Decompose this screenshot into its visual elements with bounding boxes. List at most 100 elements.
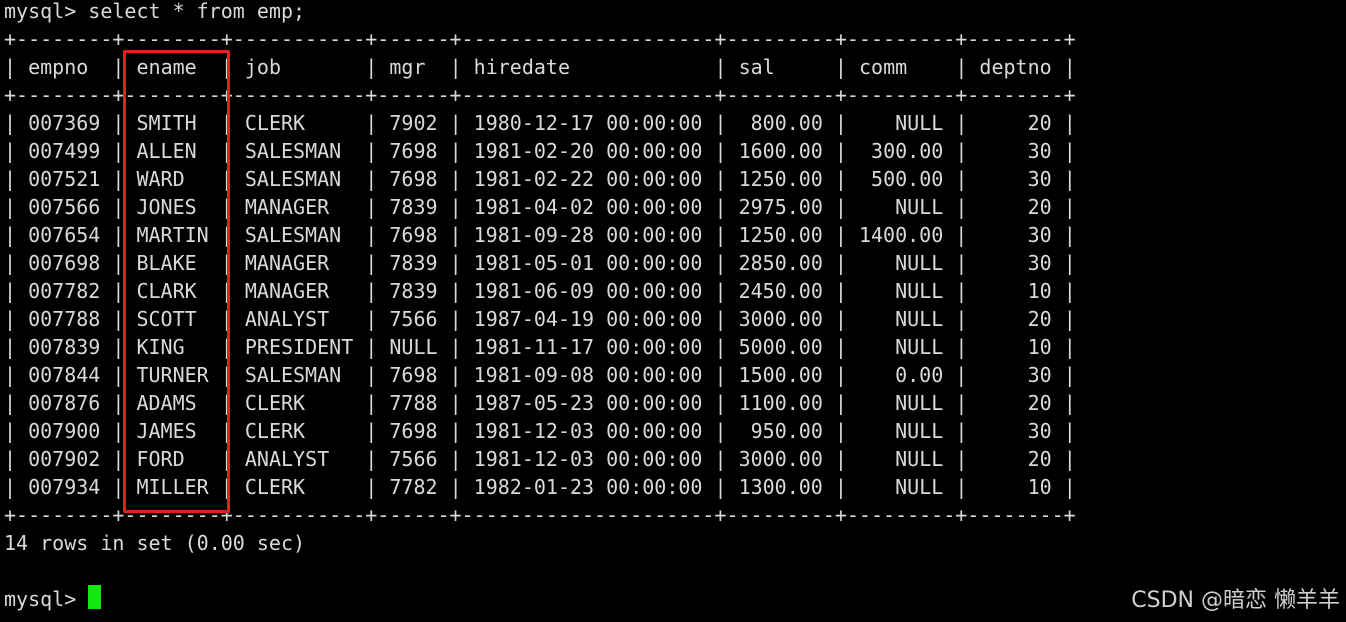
cell-deptno: 10 [1027,475,1052,499]
cell-comm: NULL [895,307,944,331]
cell-mgr: 7698 [389,363,438,387]
cell-comm: NULL [895,447,944,471]
result-summary: 14 rows in set (0.00 sec) [4,531,306,555]
header-cell-mgr: mgr [389,55,426,79]
cell-job: MANAGER [244,195,330,219]
cell-sal: 1600.00 [738,139,823,163]
cell-hiredate: 1981-02-20 00:00:00 [473,139,703,163]
cell-mgr: 7566 [389,307,438,331]
cell-mgr: 7698 [389,139,438,163]
cell-deptno: 20 [1027,391,1052,415]
cell-deptno: 30 [1027,167,1052,191]
cell-deptno: 10 [1027,335,1052,359]
cell-sal: 2850.00 [738,251,823,275]
header-cell-sal: sal [738,55,775,79]
cell-deptno: 20 [1027,195,1052,219]
cell-comm: NULL [895,251,944,275]
cell-hiredate: 1981-12-03 00:00:00 [473,419,703,443]
command-line: mysql> select * from emp; [4,0,306,23]
cell-deptno: 20 [1027,307,1052,331]
cell-sal: 1100.00 [738,391,823,415]
cell-empno: 007900 [28,419,101,443]
cell-sal: 1300.00 [738,475,823,499]
cell-job: ANALYST [244,447,330,471]
cell-mgr: 7782 [389,475,438,499]
cell-comm: NULL [895,419,944,443]
cell-job: ANALYST [244,307,330,331]
cell-sal: 3000.00 [738,307,823,331]
cell-job: PRESIDENT [244,335,354,359]
cell-sal: 1250.00 [738,223,823,247]
cell-job: MANAGER [244,251,330,275]
cell-sal: 2975.00 [738,195,823,219]
cell-mgr: 7698 [389,223,438,247]
cell-deptno: 30 [1027,251,1052,275]
cell-hiredate: 1987-05-23 00:00:00 [473,391,703,415]
cell-mgr: 7839 [389,251,438,275]
cell-job: SALESMAN [244,139,342,163]
cell-deptno: 20 [1027,447,1052,471]
cell-mgr: 7839 [389,195,438,219]
cell-hiredate: 1981-04-02 00:00:00 [473,195,703,219]
cell-sal: 1250.00 [738,167,823,191]
cell-empno: 007782 [28,279,101,303]
cell-comm: NULL [895,195,944,219]
cell-mgr: 7788 [389,391,438,415]
cell-empno: 007698 [28,251,101,275]
cell-empno: 007521 [28,167,101,191]
cell-sal: 800.00 [750,111,823,135]
cell-job: SALESMAN [244,167,342,191]
cell-job: CLERK [244,111,306,135]
cell-job: MANAGER [244,279,330,303]
cell-hiredate: 1980-12-17 00:00:00 [473,111,703,135]
cell-mgr: 7698 [389,167,438,191]
header-cell-hiredate: hiredate [473,55,570,79]
cell-mgr: 7902 [389,111,438,135]
cell-mgr: 7566 [389,447,438,471]
cell-sal: 2450.00 [738,279,823,303]
csdn-watermark: CSDN @暗恋 懒羊羊 [1131,588,1340,613]
cell-mgr: NULL [389,335,438,359]
cell-comm: NULL [895,475,944,499]
cell-sal: 950.00 [750,419,823,443]
cell-mgr: 7698 [389,419,438,443]
cell-comm: NULL [895,335,944,359]
cell-empno: 007788 [28,307,101,331]
cell-sal: 5000.00 [738,335,823,359]
cell-sal: 1500.00 [738,363,823,387]
cell-job: SALESMAN [244,363,342,387]
cell-deptno: 30 [1027,223,1052,247]
table-border-top: +--------+--------+-----------+------+--… [4,27,1076,51]
header-cell-job: job [244,55,281,79]
cell-deptno: 20 [1027,111,1052,135]
header-cell-deptno: deptno [979,55,1052,79]
cell-mgr: 7839 [389,279,438,303]
cell-comm: 300.00 [871,139,944,163]
header-cell-comm: comm [859,55,908,79]
cell-hiredate: 1981-09-28 00:00:00 [473,223,703,247]
cell-deptno: 30 [1027,419,1052,443]
input-prompt: mysql> [4,587,89,611]
cell-hiredate: 1981-02-22 00:00:00 [473,167,703,191]
cell-empno: 007934 [28,475,101,499]
cell-job: CLERK [244,391,306,415]
cell-empno: 007369 [28,111,101,135]
cell-comm: NULL [895,111,944,135]
cell-deptno: 30 [1027,363,1052,387]
cell-hiredate: 1981-09-08 00:00:00 [473,363,703,387]
cell-comm: 1400.00 [858,223,944,247]
cell-hiredate: 1987-04-19 00:00:00 [473,307,703,331]
cell-hiredate: 1981-06-09 00:00:00 [473,279,703,303]
cell-comm: 500.00 [871,167,944,191]
text-cursor[interactable] [88,585,101,609]
cell-hiredate: 1981-05-01 00:00:00 [473,251,703,275]
cell-empno: 007902 [28,447,101,471]
cell-empno: 007876 [28,391,101,415]
cell-empno: 007566 [28,195,101,219]
cell-sal: 3000.00 [738,447,823,471]
cell-hiredate: 1981-11-17 00:00:00 [473,335,703,359]
cell-empno: 007844 [28,363,101,387]
cell-deptno: 30 [1027,139,1052,163]
terminal-window[interactable]: { "terminal": { "command_line": "mysql> … [0,0,1346,622]
cell-empno: 007654 [28,223,101,247]
